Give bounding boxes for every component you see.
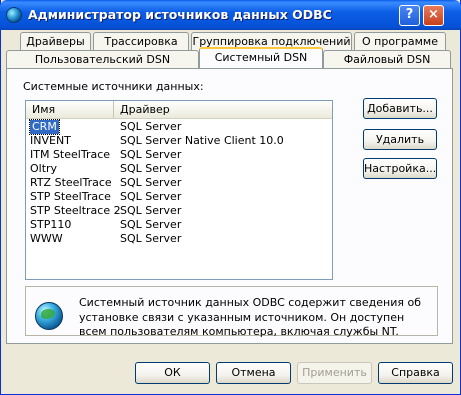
list-item[interactable]: Oltry SQL Server (26, 162, 332, 176)
configure-button[interactable]: Настройка... (363, 158, 437, 179)
title-bar[interactable]: Администратор источников данных ODBC ? × (0, 0, 461, 30)
data-source-name: STP110 (30, 218, 72, 231)
odbc-globe-icon (35, 302, 63, 330)
system-data-sources-label: Системные источники данных: (23, 80, 204, 93)
data-source-driver: SQL Server (120, 204, 182, 217)
remove-button[interactable]: Удалить (363, 129, 437, 150)
list-item[interactable]: INVENT SQL Server Native Client 10.0 (26, 134, 332, 148)
data-source-name: ITM SteelTrace (30, 148, 111, 161)
list-item[interactable]: STP Steeltrace 2 SQL Server (26, 204, 332, 218)
list-item[interactable]: RTZ SteelTrace SQL Server (26, 176, 332, 190)
tab-tracing[interactable]: Трассировка (93, 32, 189, 50)
data-source-name: INVENT (30, 134, 71, 147)
list-item[interactable]: ITM SteelTrace SQL Server (26, 148, 332, 162)
data-source-name: STP Steeltrace 2 (30, 204, 121, 217)
info-description: Системный источник данных ODBC содержит … (79, 296, 422, 338)
data-source-driver: SQL Server (120, 176, 182, 189)
tab-file-dsn[interactable]: Файловый DSN (323, 50, 451, 68)
window-title: Администратор источников данных ODBC (28, 7, 332, 22)
apply-button[interactable]: Применить (297, 362, 372, 384)
data-source-name: CRM (29, 119, 60, 135)
data-source-name: RTZ SteelTrace (30, 176, 112, 189)
data-source-driver: SQL Server (120, 120, 182, 133)
data-source-driver: SQL Server (120, 218, 182, 231)
list-item[interactable]: STP SteelTrace SQL Server (26, 190, 332, 204)
list-item[interactable]: STP110 SQL Server (26, 218, 332, 232)
list-header: Имя Драйвер (26, 101, 332, 119)
help-title-button[interactable]: ? (399, 5, 420, 26)
list-item[interactable]: WWW SQL Server (26, 232, 332, 246)
ok-button[interactable]: ОК (135, 362, 210, 384)
tab-user-dsn[interactable]: Пользовательский DSN (6, 50, 199, 68)
column-header-driver[interactable]: Драйвер (114, 101, 332, 118)
data-source-name: Oltry (30, 162, 58, 175)
column-header-name[interactable]: Имя (26, 101, 114, 118)
odbc-globe-icon (6, 7, 22, 23)
data-sources-list[interactable]: Имя Драйвер CRM SQL Server INVENT SQL Serve… (25, 100, 333, 280)
data-source-driver: SQL Server (120, 232, 182, 245)
close-title-button[interactable]: × (423, 5, 444, 26)
tab-about[interactable]: О программе (354, 32, 446, 50)
data-source-driver: SQL Server (120, 148, 182, 161)
data-source-driver: SQL Server (120, 190, 182, 203)
add-button[interactable]: Добавить... (363, 98, 437, 119)
data-source-name: WWW (30, 232, 63, 245)
cancel-button[interactable]: Отмена (216, 362, 291, 384)
data-source-driver: SQL Server (120, 162, 182, 175)
list-item[interactable]: CRM SQL Server (26, 119, 332, 135)
help-button[interactable]: Справка (378, 362, 453, 384)
data-source-driver: SQL Server Native Client 10.0 (120, 134, 284, 147)
odbc-dialog: Администратор источников данных ODBC ? ×… (0, 0, 461, 395)
data-source-name: STP SteelTrace (30, 190, 111, 203)
tab-drivers[interactable]: Драйверы (20, 32, 91, 50)
tab-system-dsn[interactable]: Системный DSN (199, 47, 323, 68)
